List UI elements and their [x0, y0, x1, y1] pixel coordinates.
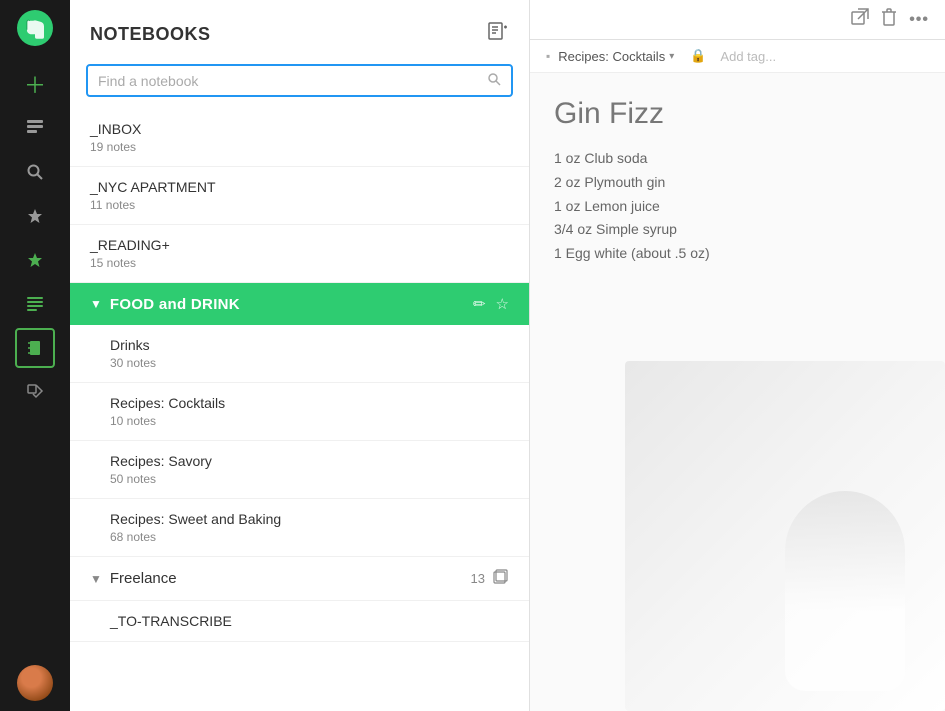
- notebook-name: _TO-TRANSCRIBE: [110, 613, 509, 629]
- chevron-right-icon: ▼: [90, 572, 102, 586]
- stack-food-children: Drinks 30 notes Recipes: Cocktails 10 no…: [70, 325, 529, 557]
- search-input[interactable]: [98, 73, 479, 89]
- stack-name: FOOD and DRINK: [110, 296, 240, 313]
- delete-icon[interactable]: [881, 8, 897, 31]
- star-nav-icon[interactable]: [15, 240, 55, 280]
- stack-freelance[interactable]: ▼ Freelance 13: [70, 557, 529, 601]
- notebook-breadcrumb-icon: ▪: [546, 49, 550, 63]
- notebook-item-inbox[interactable]: _INBOX 19 notes: [70, 109, 529, 167]
- note-toolbar: •••: [530, 0, 945, 40]
- stack-actions: ✏ ☆: [473, 295, 509, 313]
- freelance-count: 13: [471, 571, 485, 586]
- search-bar[interactable]: [86, 64, 513, 97]
- edit-stack-icon[interactable]: ✏: [473, 295, 486, 313]
- note-image-area: [625, 361, 945, 711]
- search-icon: [487, 72, 501, 89]
- new-note-nav-icon[interactable]: ＋: [15, 64, 55, 104]
- notebook-name: Recipes: Sweet and Baking: [110, 511, 509, 527]
- notebooks-stack-icon: [493, 569, 509, 588]
- body-line-4: 3/4 oz Simple syrup: [554, 218, 921, 242]
- glass-decoration: [785, 491, 905, 691]
- star-stack-icon[interactable]: ☆: [496, 295, 509, 313]
- notebook-name: _READING+: [90, 237, 509, 253]
- notebook-item-drinks[interactable]: Drinks 30 notes: [70, 325, 529, 383]
- add-notebook-icon[interactable]: [487, 20, 509, 48]
- notebook-item-savory[interactable]: Recipes: Savory 50 notes: [70, 441, 529, 499]
- stack-food-and-drink[interactable]: ▼ FOOD and DRINK ✏ ☆: [70, 283, 529, 325]
- chevron-tag-icon: ▾: [669, 51, 674, 62]
- stack-right-info: 13: [471, 569, 509, 588]
- notebook-count: 19 notes: [90, 140, 509, 154]
- notebook-count: 68 notes: [110, 530, 509, 544]
- notes-nav-icon[interactable]: [15, 108, 55, 148]
- stack-header-left: ▼ FOOD and DRINK: [90, 296, 240, 313]
- notebooks-title: NOTEBOOKS: [90, 24, 211, 45]
- tag-placeholder[interactable]: Add tag...: [720, 49, 776, 64]
- more-options-icon[interactable]: •••: [909, 11, 929, 29]
- note-title-area: Gin Fizz: [530, 73, 945, 139]
- search-nav-icon[interactable]: [15, 152, 55, 192]
- notebook-name: Recipes: Cocktails: [110, 395, 509, 411]
- icon-sidebar: ＋: [0, 0, 70, 711]
- notebook-item-nyc[interactable]: _NYC APARTMENT 11 notes: [70, 167, 529, 225]
- notebook-item-cocktails[interactable]: Recipes: Cocktails 10 notes: [70, 383, 529, 441]
- note-editor-panel: ••• ▪ Recipes: Cocktails ▾ 🔒 Add tag... …: [530, 0, 945, 711]
- note-meta-bar: ▪ Recipes: Cocktails ▾ 🔒 Add tag...: [530, 40, 945, 73]
- stack-name: Freelance: [110, 570, 177, 587]
- notebook-nav-icon[interactable]: [15, 328, 55, 368]
- body-line-5: 1 Egg white (about .5 oz): [554, 242, 921, 266]
- notebook-name: _INBOX: [90, 121, 509, 137]
- notebooks-panel: NOTEBOOKS _INBOX 19 notes _NYC APARTMENT…: [70, 0, 530, 711]
- notebook-count: 50 notes: [110, 472, 509, 486]
- share-icon[interactable]: [851, 8, 869, 31]
- notebook-count: 15 notes: [90, 256, 509, 270]
- user-avatar[interactable]: [17, 665, 53, 701]
- notebook-count: 30 notes: [110, 356, 509, 370]
- chevron-down-icon: ▼: [90, 297, 102, 311]
- notebook-item-baking[interactable]: Recipes: Sweet and Baking 68 notes: [70, 499, 529, 557]
- notebook-name: _NYC APARTMENT: [90, 179, 509, 195]
- evernote-logo[interactable]: [17, 10, 53, 46]
- notebook-name: Recipes: Savory: [110, 453, 509, 469]
- body-line-1: 1 oz Club soda: [554, 147, 921, 171]
- notebook-tag-label: Recipes: Cocktails: [558, 49, 665, 64]
- notebook-tag[interactable]: Recipes: Cocktails ▾: [558, 49, 674, 64]
- notebook-count: 10 notes: [110, 414, 509, 428]
- body-line-2: 2 oz Plymouth gin: [554, 171, 921, 195]
- notebook-item-to-transcribe[interactable]: _TO-TRANSCRIBE: [70, 601, 529, 642]
- notebook-name: Drinks: [110, 337, 509, 353]
- stack-header-left: ▼ Freelance: [90, 570, 177, 587]
- lock-icon: 🔒: [690, 48, 706, 64]
- notebook-item-reading[interactable]: _READING+ 15 notes: [70, 225, 529, 283]
- body-line-3: 1 oz Lemon juice: [554, 195, 921, 219]
- shortcuts-nav-icon[interactable]: [15, 196, 55, 236]
- note-title[interactable]: Gin Fizz: [554, 97, 921, 131]
- notebooks-header: NOTEBOOKS: [70, 0, 529, 64]
- tag-nav-icon[interactable]: [15, 372, 55, 412]
- list-nav-icon[interactable]: [15, 284, 55, 324]
- note-body[interactable]: 1 oz Club soda 2 oz Plymouth gin 1 oz Le…: [530, 139, 945, 274]
- notebook-count: 11 notes: [90, 198, 509, 212]
